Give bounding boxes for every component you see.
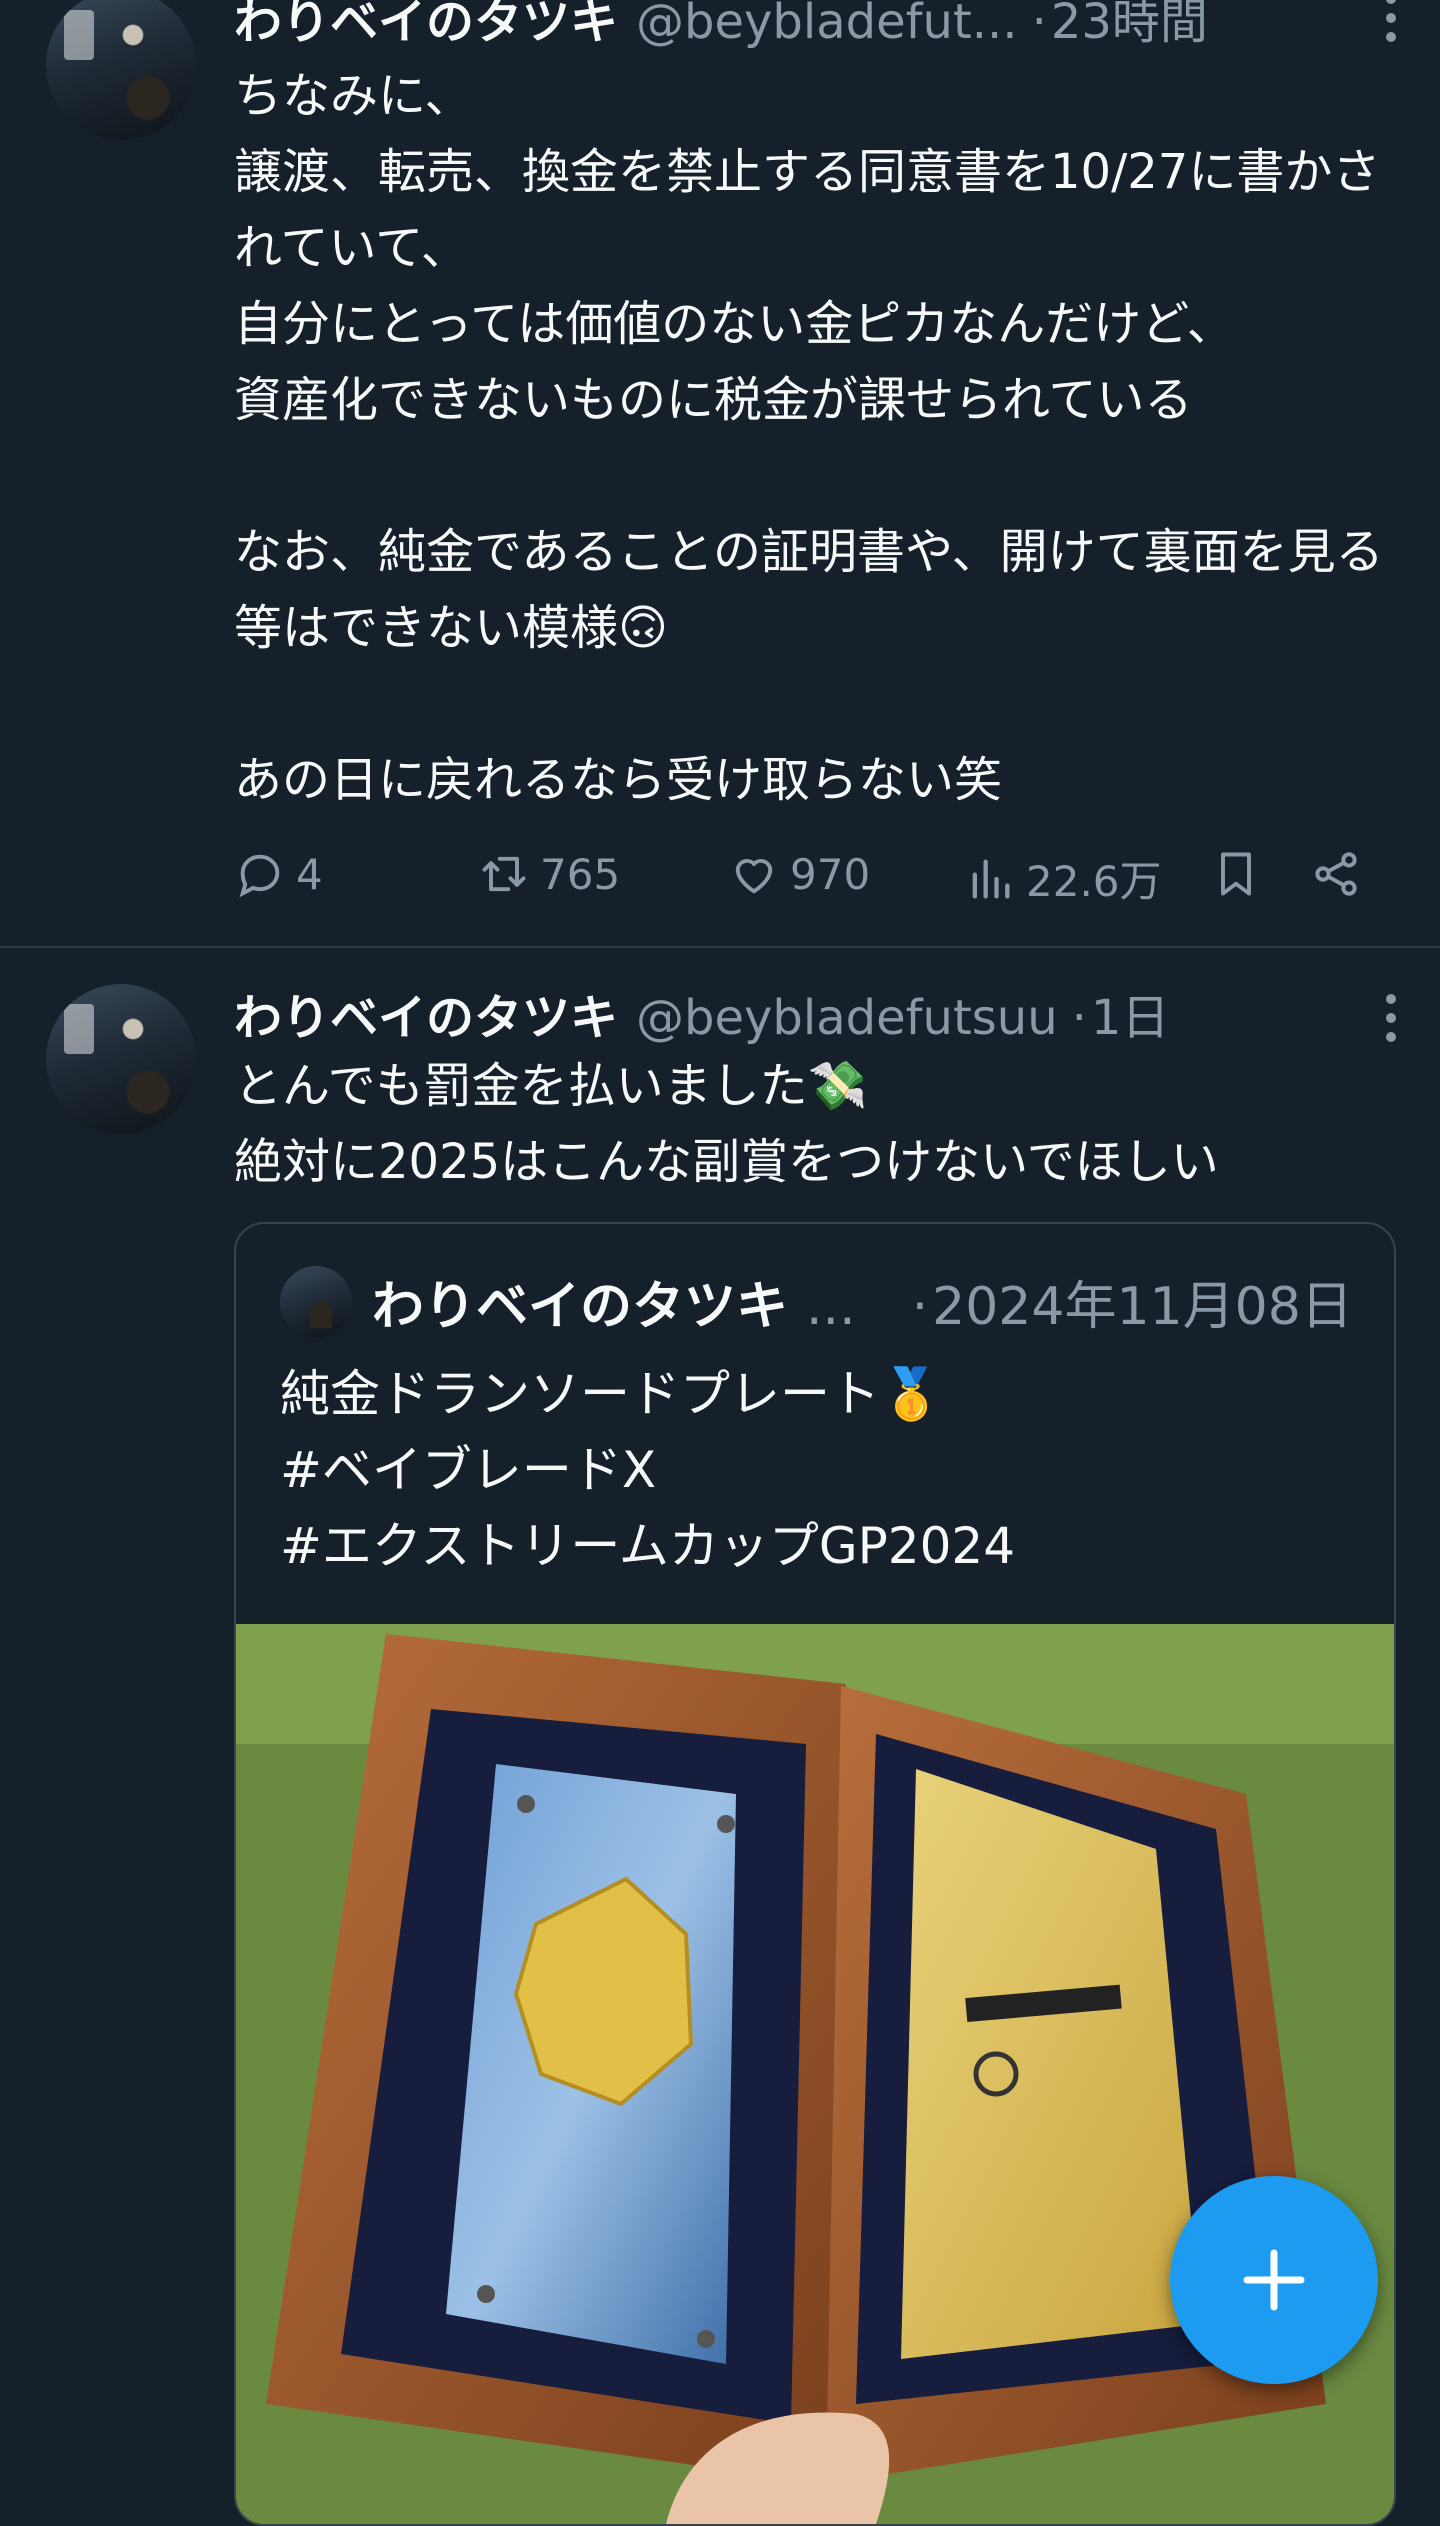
quoted-timestamp: 2024年11月08日 <box>932 1277 1353 1337</box>
separator-dot: · <box>1031 0 1047 50</box>
reply-button[interactable]: 4 <box>234 848 323 900</box>
more-icon[interactable] <box>1384 994 1398 1050</box>
compose-plus-icon <box>1243 2249 1305 2311</box>
tweet-header: わりベイのタツキ @beybladefut... · 23時間 <box>234 0 1208 52</box>
tweet-1[interactable]: わりベイのタツキ @beybladefut... · 23時間 ちなみに、 譲渡… <box>0 0 1440 940</box>
reply-icon <box>239 854 280 898</box>
views-icon <box>972 859 1010 898</box>
plate-photo <box>236 1624 1394 2524</box>
like-icon <box>735 858 773 894</box>
repost-button[interactable]: 765 <box>478 848 620 900</box>
avatar[interactable] <box>46 0 196 140</box>
avatar[interactable] <box>46 984 196 1134</box>
separator-dot: · <box>1071 990 1087 1046</box>
share-icon <box>1315 852 1357 896</box>
share-button[interactable] <box>1310 848 1372 900</box>
separator-dot: · <box>911 1277 929 1337</box>
views-count: 22.6万 <box>1026 857 1162 906</box>
quoted-header: わりベイのタツキ ... · 2024年11月08日 <box>372 1264 1372 1339</box>
compose-button[interactable] <box>1170 2176 1378 2384</box>
reply-count: 4 <box>296 849 323 899</box>
author-name[interactable]: わりベイのタツキ <box>234 0 618 52</box>
like-count: 970 <box>790 849 871 899</box>
author-handle[interactable]: @beybladefut... <box>636 0 1018 50</box>
repost-count: 765 <box>540 849 621 899</box>
timestamp[interactable]: 1日 <box>1091 978 1170 1048</box>
bookmark-button[interactable] <box>1210 848 1272 900</box>
author-handle[interactable]: @beybladefutsuu <box>636 990 1058 1046</box>
author-name[interactable]: わりベイのタツキ <box>234 978 618 1048</box>
timestamp[interactable]: 23時間 <box>1051 0 1208 52</box>
quoted-handle-ellipsis: ... <box>806 1277 856 1337</box>
views-button[interactable]: 22.6万 <box>964 848 1162 909</box>
more-icon[interactable] <box>1384 0 1398 50</box>
tweet-header: わりベイのタツキ @beybladefutsuu · 1日 <box>234 978 1169 1048</box>
quoted-media-image[interactable] <box>236 1624 1394 2524</box>
like-button[interactable]: 970 <box>728 848 870 900</box>
tweet-text: とんでも罰金を払いました💸 絶対に2025はこんな副賞をつけないでほしい <box>234 1058 1219 1190</box>
tweet-actions: 4 765 970 22.6万 <box>234 848 1374 918</box>
quoted-tweet-text: 純金ドランソードプレート🥇 #ベイブレードX #エクストリームカップGP2024 <box>280 1365 1016 1575</box>
tweet-text: ちなみに、 譲渡、転売、換金を禁止する同意書を10/27に書かされていて、 自分… <box>234 68 1384 808</box>
bookmark-icon <box>1221 852 1251 896</box>
quoted-avatar <box>280 1266 352 1338</box>
repost-icon <box>482 856 526 892</box>
quoted-author-name: わりベイのタツキ <box>372 1277 789 1337</box>
